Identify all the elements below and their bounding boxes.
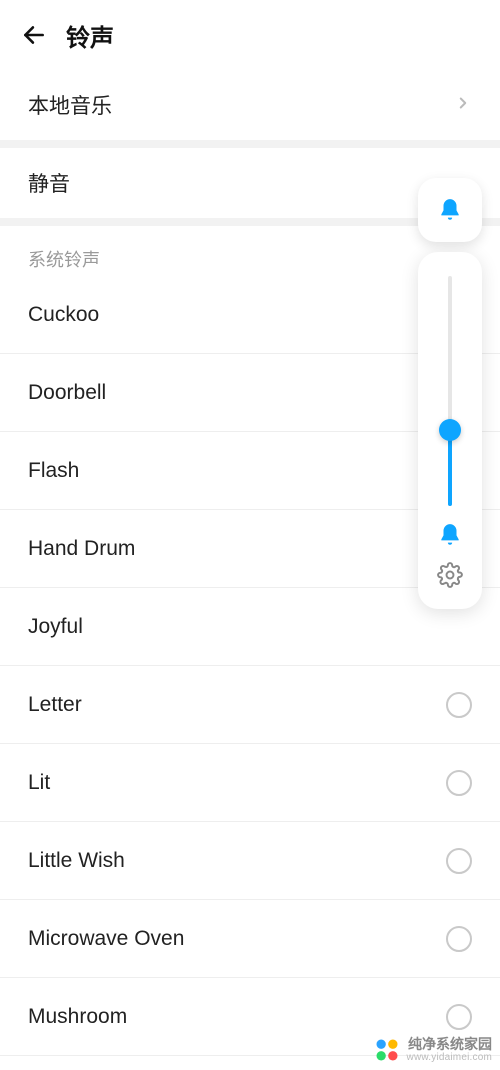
watermark-url: www.yidaimei.com [407, 1052, 492, 1063]
page-title: 铃声 [66, 18, 114, 53]
ringtone-name: Doorbell [28, 381, 106, 405]
watermark-logo-icon [373, 1036, 401, 1064]
volume-slider[interactable] [448, 276, 452, 506]
ringtone-item[interactable]: Little Wish [0, 822, 500, 900]
header: 铃声 [0, 0, 500, 70]
ringtone-name: Flash [28, 459, 79, 483]
volume-slider-thumb[interactable] [439, 419, 461, 441]
ringtone-name: Microwave Oven [28, 927, 184, 951]
volume-slider-fill [448, 430, 452, 506]
ringtone-name: Hand Drum [28, 537, 135, 561]
watermark-brand: 纯净系统家园 [408, 1037, 492, 1052]
local-music-label: 本地音乐 [28, 90, 112, 120]
volume-settings-button[interactable] [437, 548, 463, 599]
volume-body [418, 252, 482, 609]
ringtone-name: Joyful [28, 615, 83, 639]
divider [0, 140, 500, 148]
bell-icon [437, 197, 463, 223]
back-button[interactable] [16, 17, 52, 53]
local-music-row[interactable]: 本地音乐 [0, 70, 500, 140]
ringtone-name: Mushroom [28, 1005, 127, 1029]
volume-mode-button[interactable] [418, 178, 482, 242]
bell-icon [437, 522, 463, 548]
radio-unchecked-icon[interactable] [446, 926, 472, 952]
ringtone-item[interactable]: Lit [0, 744, 500, 822]
ringtone-name: Little Wish [28, 849, 125, 873]
radio-unchecked-icon[interactable] [446, 848, 472, 874]
gear-icon [437, 562, 463, 588]
watermark: 纯净系统家园 www.yidaimei.com [373, 1036, 492, 1064]
silent-label: 静音 [28, 168, 70, 198]
ringtone-name: Letter [28, 693, 82, 717]
arrow-left-icon [21, 22, 47, 48]
volume-panel [418, 178, 482, 609]
chevron-right-icon [454, 94, 472, 117]
ringtone-name: Lit [28, 771, 50, 795]
radio-unchecked-icon[interactable] [446, 770, 472, 796]
ringtone-item[interactable]: Letter [0, 666, 500, 744]
ringtone-item[interactable]: Microwave Oven [0, 900, 500, 978]
radio-unchecked-icon[interactable] [446, 692, 472, 718]
radio-unchecked-icon[interactable] [446, 1004, 472, 1030]
ringtone-name: Cuckoo [28, 303, 99, 327]
